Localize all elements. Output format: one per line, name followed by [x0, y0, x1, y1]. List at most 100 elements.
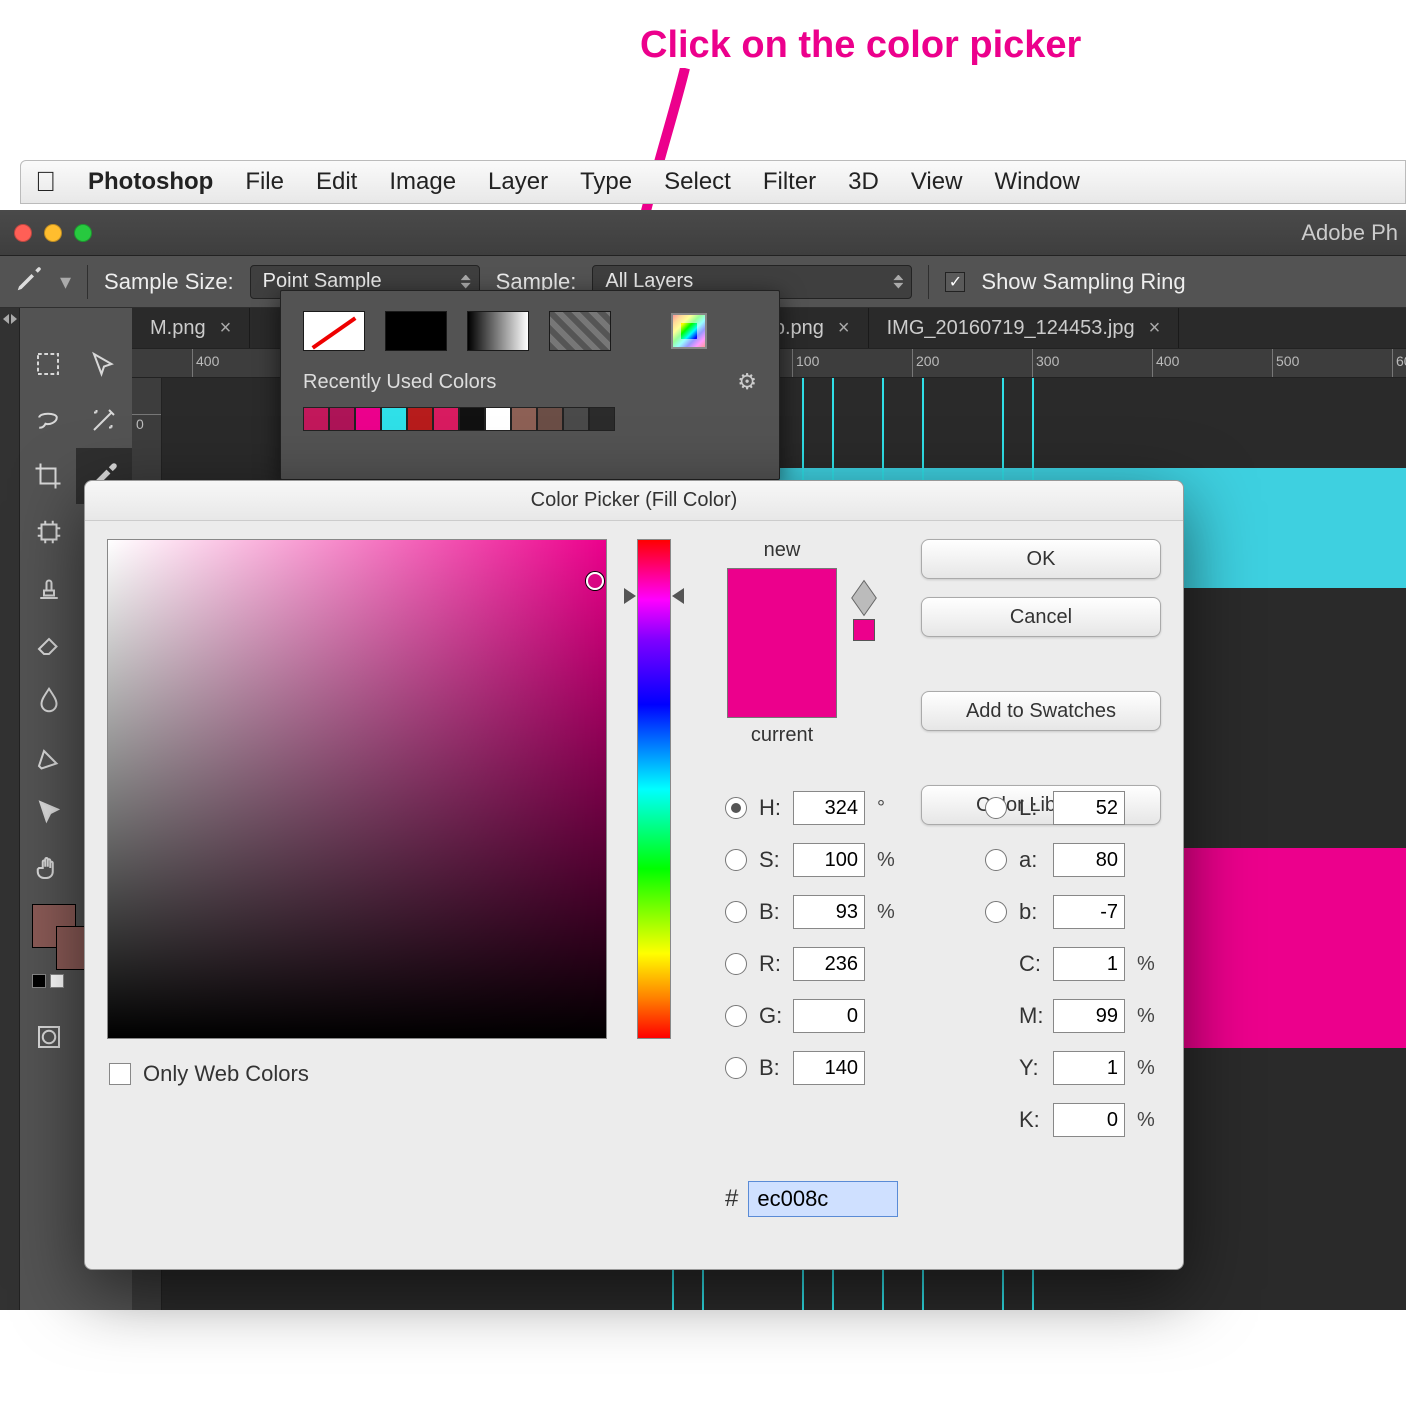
move-tool-icon[interactable]	[76, 336, 132, 392]
hue-slider[interactable]	[637, 539, 671, 1039]
fill-solid-button[interactable]	[385, 311, 447, 351]
s-input[interactable]	[793, 843, 865, 877]
h-radio[interactable]	[725, 797, 747, 819]
minimize-window-button[interactable]	[44, 224, 62, 242]
fill-none-button[interactable]	[303, 311, 365, 351]
menu-3d[interactable]: 3D	[848, 168, 879, 196]
satval-cursor-icon[interactable]	[586, 572, 604, 590]
ruler-label: 500	[1276, 353, 1299, 369]
show-sampling-ring-checkbox[interactable]: ✓	[945, 272, 965, 292]
recent-color-swatch[interactable]	[355, 407, 381, 431]
recently-used-colors-label: Recently Used Colors	[303, 371, 496, 394]
l-radio[interactable]	[985, 797, 1007, 819]
recent-color-swatch[interactable]	[407, 407, 433, 431]
g-radio[interactable]	[725, 1005, 747, 1027]
menu-edit[interactable]: Edit	[316, 168, 357, 196]
color-value-fields: H:° L: S:% a: B:% b: R: C:% G: M:% B: Y:…	[725, 791, 1161, 1137]
hue-pointer-icon[interactable]	[672, 588, 684, 604]
s-radio[interactable]	[725, 849, 747, 871]
recent-color-swatch[interactable]	[381, 407, 407, 431]
recent-color-swatch[interactable]	[537, 407, 563, 431]
separator	[928, 265, 929, 299]
recent-color-swatch[interactable]	[511, 407, 537, 431]
app-name[interactable]: Photoshop	[88, 168, 213, 196]
websafe-warning-swatch[interactable]	[853, 619, 875, 641]
window-titlebar: Adobe Ph	[0, 210, 1406, 256]
apple-menu-icon[interactable]: 	[35, 166, 56, 198]
menu-type[interactable]: Type	[580, 168, 632, 196]
r-radio[interactable]	[725, 953, 747, 975]
b-rgb-radio[interactable]	[725, 1057, 747, 1079]
recent-color-swatch[interactable]	[485, 407, 511, 431]
new-color-swatch	[728, 569, 836, 643]
recent-color-swatch[interactable]	[589, 407, 615, 431]
c-input[interactable]	[1053, 947, 1125, 981]
l-input[interactable]	[1053, 791, 1125, 825]
close-window-button[interactable]	[14, 224, 32, 242]
dialog-title: Color Picker (Fill Color)	[85, 481, 1183, 521]
b-hsv-radio[interactable]	[725, 901, 747, 923]
menu-layer[interactable]: Layer	[488, 168, 548, 196]
separator	[87, 265, 88, 299]
eyedropper-tool-icon[interactable]	[14, 264, 44, 300]
zoom-window-button[interactable]	[74, 224, 92, 242]
r-input[interactable]	[793, 947, 865, 981]
tool-preset-chevron-icon[interactable]: ▾	[60, 269, 71, 295]
tab-label: M.png	[150, 317, 206, 340]
ok-button[interactable]: OK	[921, 539, 1161, 579]
color-preview	[727, 568, 837, 718]
recent-color-swatch[interactable]	[563, 407, 589, 431]
add-to-swatches-button[interactable]: Add to Swatches	[921, 691, 1161, 731]
sample-size-label: Sample Size:	[104, 269, 234, 295]
ruler-label: 100	[796, 353, 819, 369]
b-lab-radio[interactable]	[985, 901, 1007, 923]
color-picker-button[interactable]	[671, 313, 707, 349]
ruler-label: 200	[916, 353, 939, 369]
marquee-tool-icon[interactable]	[20, 336, 76, 392]
m-input[interactable]	[1053, 999, 1125, 1033]
recent-color-swatch[interactable]	[303, 407, 329, 431]
a-radio[interactable]	[985, 849, 1007, 871]
close-tab-icon[interactable]: ×	[1149, 317, 1161, 340]
only-web-colors-checkbox[interactable]	[109, 1063, 131, 1085]
panel-menu-gear-icon[interactable]: ⚙	[737, 369, 757, 395]
k-input[interactable]	[1053, 1103, 1125, 1137]
menu-file[interactable]: File	[245, 168, 284, 196]
g-input[interactable]	[793, 999, 865, 1033]
fill-pattern-button[interactable]	[549, 311, 611, 351]
h-input[interactable]	[793, 791, 865, 825]
recent-color-swatch[interactable]	[459, 407, 485, 431]
recent-color-swatch[interactable]	[433, 407, 459, 431]
saturation-value-field[interactable]	[107, 539, 607, 1039]
document-tab[interactable]: M.png ×	[132, 308, 250, 348]
document-tab[interactable]: IMG_20160719_124453.jpg×	[869, 308, 1180, 348]
lasso-tool-icon[interactable]	[20, 392, 76, 448]
close-tab-icon[interactable]: ×	[220, 317, 232, 340]
a-input[interactable]	[1053, 843, 1125, 877]
gamut-warning-icon[interactable]	[851, 580, 877, 617]
b-hsv-input[interactable]	[793, 895, 865, 929]
recent-colors-row	[281, 403, 779, 431]
only-web-colors[interactable]: Only Web Colors	[109, 1061, 309, 1087]
magic-wand-tool-icon[interactable]	[76, 392, 132, 448]
menu-select[interactable]: Select	[664, 168, 731, 196]
hue-pointer-icon[interactable]	[624, 588, 636, 604]
window-title: Adobe Ph	[1301, 220, 1398, 246]
hex-input[interactable]	[748, 1181, 898, 1217]
menu-filter[interactable]: Filter	[763, 168, 816, 196]
cancel-button[interactable]: Cancel	[921, 597, 1161, 637]
b-lab-input[interactable]	[1053, 895, 1125, 929]
panel-collapse-stripe[interactable]	[0, 308, 20, 1310]
menu-image[interactable]: Image	[389, 168, 456, 196]
menu-view[interactable]: View	[911, 168, 963, 196]
fill-gradient-button[interactable]	[467, 311, 529, 351]
close-tab-icon[interactable]: ×	[838, 317, 850, 340]
current-color-swatch[interactable]	[728, 643, 836, 717]
recent-color-swatch[interactable]	[329, 407, 355, 431]
crop-tool-icon[interactable]	[20, 448, 76, 504]
annotation-label: Click on the color picker	[640, 24, 1081, 67]
y-input[interactable]	[1053, 1051, 1125, 1085]
ruler-label: 400	[196, 353, 219, 369]
b-rgb-input[interactable]	[793, 1051, 865, 1085]
menu-window[interactable]: Window	[994, 168, 1079, 196]
